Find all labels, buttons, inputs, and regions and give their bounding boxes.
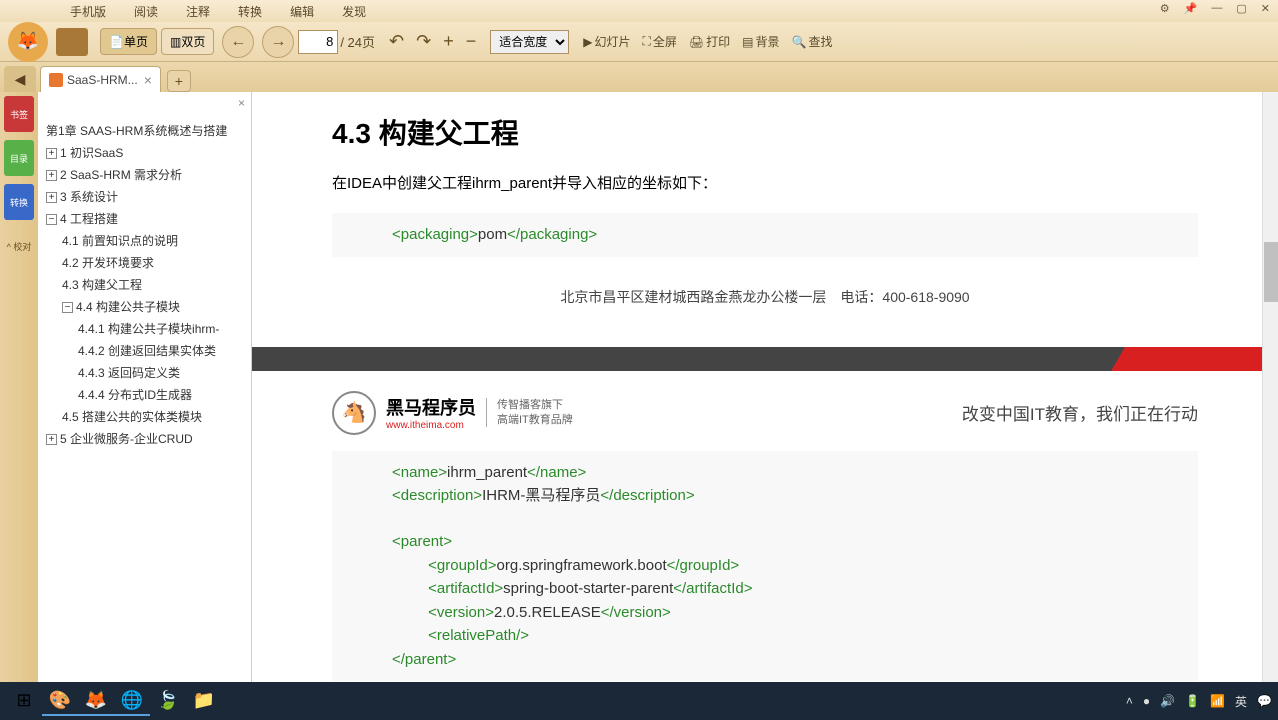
tray-wifi-icon[interactable]: 📶	[1210, 694, 1225, 708]
settings-icon[interactable]: ⚙	[1156, 2, 1174, 15]
tray-network-icon[interactable]: ●	[1143, 694, 1150, 708]
side-strip: 书签 目录 转换 ^ 校对	[0, 92, 38, 682]
zoom-out-icon[interactable]: −	[466, 31, 477, 52]
menu-annotate[interactable]: 注释	[186, 3, 210, 20]
proofread-panel-icon[interactable]: ^ 校对	[4, 228, 34, 264]
view-single-button[interactable]: 📄单页	[100, 28, 157, 55]
tree-node[interactable]: −4.4 构建公共子模块	[42, 296, 247, 318]
tree-node[interactable]: 4.3 构建父工程	[42, 274, 247, 296]
start-button[interactable]: ⊞	[6, 686, 42, 716]
tree-node[interactable]: 4.5 搭建公共的实体类模块	[42, 406, 247, 428]
tray-battery-icon[interactable]: 🔋	[1185, 694, 1200, 708]
tree-node[interactable]: 4.4.4 分布式ID生成器	[42, 384, 247, 406]
tray-ime[interactable]: 英	[1235, 693, 1247, 710]
brand-subtitle: 传智播客旗下高端IT教育品牌	[486, 398, 573, 427]
open-folder-icon[interactable]	[56, 28, 88, 56]
document-content[interactable]: 4.3 构建父工程 在IDEA中创建父工程ihrm_parent并导入相应的坐标…	[252, 92, 1278, 682]
tray-volume-icon[interactable]: 🔊	[1160, 694, 1175, 708]
expand-icon[interactable]: +	[46, 192, 57, 203]
tree-node[interactable]: 4.1 前置知识点的说明	[42, 230, 247, 252]
bookmark-panel-icon[interactable]: 书签	[4, 96, 34, 132]
taskbar-app[interactable]: 🦊	[78, 686, 114, 716]
outline-close-icon[interactable]: ×	[238, 96, 245, 110]
convert-panel-icon[interactable]: 转换	[4, 184, 34, 220]
collapse-icon[interactable]: −	[46, 214, 57, 225]
view-double-button[interactable]: ▥双页	[161, 28, 214, 55]
slideshow-button[interactable]: ▶幻灯片	[583, 33, 630, 50]
taskbar-app[interactable]: 🎨	[42, 686, 78, 716]
tree-node[interactable]: 4.4.3 返回码定义类	[42, 362, 247, 384]
menu-convert[interactable]: 转换	[238, 3, 262, 20]
menu-mobile[interactable]: 手机版	[70, 3, 106, 20]
tab-title: SaaS-HRM...	[67, 73, 138, 87]
next-page-button[interactable]: →	[262, 26, 294, 58]
menu-edit[interactable]: 编辑	[290, 3, 314, 20]
outline-panel-icon[interactable]: 目录	[4, 140, 34, 176]
pin-icon[interactable]: 📌	[1180, 2, 1202, 15]
undo-icon[interactable]: ↶	[389, 31, 404, 52]
page-total: / 24页	[340, 32, 375, 51]
minimize-icon[interactable]: —	[1207, 2, 1226, 15]
code-block: <packaging>pom</packaging>	[332, 213, 1198, 257]
vertical-scrollbar[interactable]	[1262, 92, 1278, 682]
menu-read[interactable]: 阅读	[134, 3, 158, 20]
page-header: 🐴 黑马程序员www.itheima.com 传智播客旗下高端IT教育品牌 改变…	[252, 391, 1278, 435]
close-icon[interactable]: ✕	[1257, 2, 1274, 15]
menu-discover[interactable]: 发现	[342, 3, 366, 20]
outline-tree: 第1章 SAAS-HRM系统概述与搭建 +1 初识SaaS +2 SaaS-HR…	[38, 92, 251, 454]
brand-tagline: 改变中国IT教育，我们正在行动	[962, 400, 1198, 425]
brand-logo-icon: 🐴	[332, 391, 376, 435]
maximize-icon[interactable]: ▢	[1232, 2, 1250, 15]
brand-name: 黑马程序员www.itheima.com	[386, 394, 476, 431]
pdf-icon	[49, 73, 63, 87]
expand-icon[interactable]: +	[46, 170, 57, 181]
tab-back-button[interactable]: ◀	[4, 66, 36, 92]
search-button[interactable]: 🔍查找	[792, 33, 833, 50]
tree-chapter[interactable]: 第1章 SAAS-HRM系统概述与搭建	[42, 120, 247, 142]
document-tab[interactable]: SaaS-HRM... ×	[40, 66, 161, 92]
tab-bar: ◀ SaaS-HRM... × +	[0, 62, 1278, 92]
zoom-in-icon[interactable]: +	[443, 31, 454, 52]
expand-icon[interactable]: +	[46, 148, 57, 159]
intro-text: 在IDEA中创建父工程ihrm_parent并导入相应的坐标如下：	[332, 172, 1198, 193]
tree-node[interactable]: +5 企业微服务-企业CRUD	[42, 428, 247, 450]
prev-page-button[interactable]: ←	[222, 26, 254, 58]
app-logo-icon[interactable]: 🦊	[8, 22, 48, 62]
taskbar-app[interactable]: 🍃	[150, 686, 186, 716]
windows-taskbar: ⊞ 🎨 🦊 🌐 🍃 📁 ˄ ● 🔊 🔋 📶 英 💬	[0, 682, 1278, 720]
page-footer: 北京市昌平区建材城西路金燕龙办公楼一层 电话：400-618-9090	[332, 287, 1198, 307]
tree-node[interactable]: 4.4.2 创建返回结果实体类	[42, 340, 247, 362]
fullscreen-button[interactable]: ⛶全屏	[642, 33, 676, 50]
tray-chevron-icon[interactable]: ˄	[1126, 694, 1133, 708]
print-button[interactable]: 🖨打印	[689, 33, 730, 50]
tree-node[interactable]: +2 SaaS-HRM 需求分析	[42, 164, 247, 186]
page-separator	[252, 347, 1278, 371]
zoom-select[interactable]: 适合宽度	[490, 30, 569, 54]
taskbar-explorer[interactable]: 📁	[186, 686, 222, 716]
tab-close-icon[interactable]: ×	[144, 72, 152, 88]
expand-icon[interactable]: +	[46, 434, 57, 445]
tree-node[interactable]: +3 系统设计	[42, 186, 247, 208]
tree-node[interactable]: −4 工程搭建	[42, 208, 247, 230]
tree-node[interactable]: 4.4.1 构建公共子模块ihrm-	[42, 318, 247, 340]
redo-icon[interactable]: ↷	[416, 31, 431, 52]
scrollbar-thumb[interactable]	[1264, 242, 1278, 302]
tree-node[interactable]: 4.2 开发环境要求	[42, 252, 247, 274]
system-tray: ˄ ● 🔊 🔋 📶 英 💬	[1126, 693, 1272, 710]
section-title: 4.3 构建父工程	[332, 112, 1198, 152]
window-controls: ⚙ 📌 — ▢ ✕	[1156, 2, 1274, 15]
code-block: <name>ihrm_parent</name> <description>IH…	[332, 451, 1198, 682]
outline-panel: × 第1章 SAAS-HRM系统概述与搭建 +1 初识SaaS +2 SaaS-…	[38, 92, 252, 682]
toolbar: 🦊 📄单页 ▥双页 ← → / 24页 ↶ ↷ + − 适合宽度 ▶幻灯片 ⛶全…	[0, 22, 1278, 62]
menu-bar: 手机版 阅读 注释 转换 编辑 发现	[0, 0, 1278, 22]
collapse-icon[interactable]: −	[62, 302, 73, 313]
tray-notification-icon[interactable]: 💬	[1257, 694, 1272, 708]
page-input[interactable]	[298, 30, 338, 54]
background-button[interactable]: ▤背景	[742, 33, 779, 50]
taskbar-chrome[interactable]: 🌐	[114, 686, 150, 716]
tree-node[interactable]: +1 初识SaaS	[42, 142, 247, 164]
add-tab-button[interactable]: +	[167, 70, 191, 92]
